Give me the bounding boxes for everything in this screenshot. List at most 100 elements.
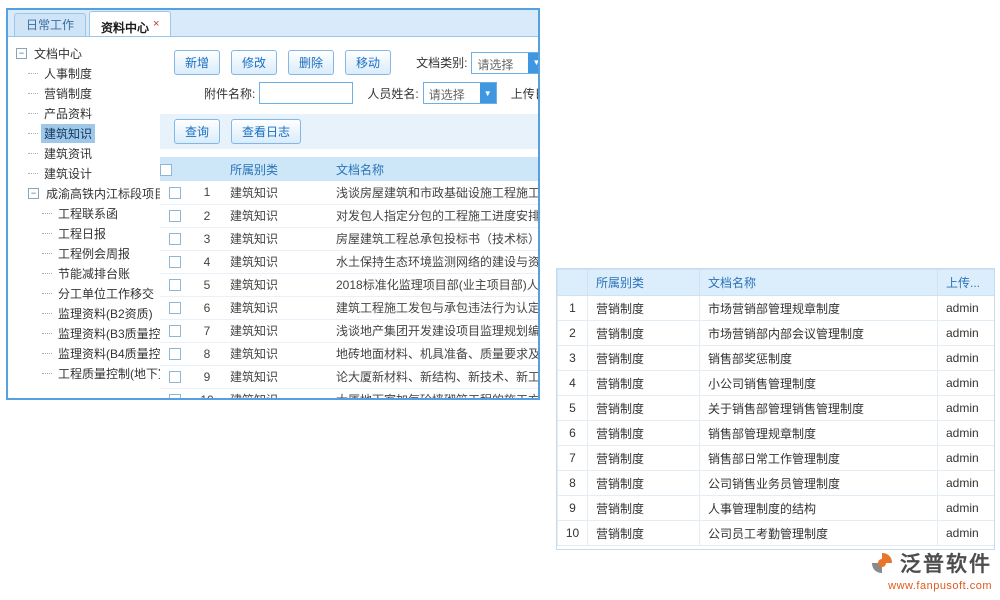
toolbar-actions-row: 新增 修改 删除 移动 文档类别: 请选择 ▼ 文档 <box>174 50 538 75</box>
row-checkbox[interactable] <box>169 256 181 268</box>
chevron-down-icon: ▼ <box>528 53 538 73</box>
attachment-name-input[interactable] <box>259 82 353 104</box>
delete-button[interactable]: 删除 <box>288 50 334 75</box>
sidebar-item-label: 产品资料 <box>41 104 95 123</box>
row-checkbox-cell <box>160 273 190 296</box>
sidebar-item[interactable]: 工程联系函 <box>12 203 160 223</box>
row-number: 6 <box>558 421 588 446</box>
table-row[interactable]: 4建筑知识水土保持生态环境监测网络的建设与资... <box>160 250 538 273</box>
row-docname: 公司销售业务员管理制度 <box>700 471 938 496</box>
sidebar-item[interactable]: 建筑知识 <box>12 123 160 143</box>
sidebar-item[interactable]: 分工单位工作移交 <box>12 283 160 303</box>
row-checkbox[interactable] <box>169 371 181 383</box>
row-uploader: admin <box>938 496 995 521</box>
table-row[interactable]: 9营销制度人事管理制度的结构admin <box>558 496 995 521</box>
sidebar-item[interactable]: 人事制度 <box>12 63 160 83</box>
edit-button[interactable]: 修改 <box>231 50 277 75</box>
row-docname: 市场营销部内部会议管理制度 <box>700 321 938 346</box>
row-checkbox[interactable] <box>169 348 181 360</box>
row-number: 10 <box>190 388 224 400</box>
sidebar-item[interactable]: 工程日报 <box>12 223 160 243</box>
table-header-row: 所属别类 文档名称 <box>160 157 538 181</box>
row-checkbox[interactable] <box>169 279 181 291</box>
row-category: 建筑知识 <box>224 273 330 296</box>
sidebar-item[interactable]: 工程例会周报 <box>12 243 160 263</box>
tree-collapse-icon[interactable]: − <box>16 48 27 59</box>
doc-category-select[interactable]: 请选择 ▼ <box>471 52 538 74</box>
table-row[interactable]: 2营销制度市场营销部内部会议管理制度admin <box>558 321 995 346</box>
row-category: 营销制度 <box>588 396 700 421</box>
table-row[interactable]: 4营销制度小公司销售管理制度admin <box>558 371 995 396</box>
sidebar-item[interactable]: 监理资料(B3质量控制) <box>12 323 160 343</box>
sidebar-item[interactable]: 工程质量控制(地下室) <box>12 363 160 383</box>
tree-branch-line <box>42 333 52 334</box>
row-checkbox[interactable] <box>169 325 181 337</box>
table-row[interactable]: 7营销制度销售部日常工作管理制度admin <box>558 446 995 471</box>
select-all-checkbox[interactable] <box>160 164 172 176</box>
row-docname: 关于销售部管理销售管理制度 <box>700 396 938 421</box>
sidebar-item-label: 人事制度 <box>41 64 95 83</box>
tree-branch-line <box>42 253 52 254</box>
tree-collapse-icon[interactable]: − <box>28 188 39 199</box>
upload-date-label: 上传日期 <box>511 85 538 102</box>
sidebar-item[interactable]: −成渝高铁内江标段项目 <box>12 183 160 203</box>
sidebar-item[interactable]: 建筑资讯 <box>12 143 160 163</box>
row-number: 9 <box>190 365 224 388</box>
tab-daily-work[interactable]: 日常工作 <box>14 13 86 36</box>
table-row[interactable]: 7建筑知识浅谈地产集团开发建设项目监理规划编... <box>160 319 538 342</box>
table-row[interactable]: 2建筑知识对发包人指定分包的工程施工进度安排... <box>160 204 538 227</box>
row-checkbox[interactable] <box>169 233 181 245</box>
tree-branch-line <box>42 293 52 294</box>
person-name-select[interactable]: 请选择 ▼ <box>423 82 497 104</box>
row-category: 营销制度 <box>588 346 700 371</box>
row-checkbox[interactable] <box>169 187 181 199</box>
row-uploader: admin <box>938 346 995 371</box>
table-row[interactable]: 6营销制度销售部管理规章制度admin <box>558 421 995 446</box>
sidebar-item[interactable]: 监理资料(B2资质) <box>12 303 160 323</box>
row-docname: 销售部奖惩制度 <box>700 346 938 371</box>
sidebar-item[interactable]: 产品资料 <box>12 103 160 123</box>
tree-branch-line <box>28 153 38 154</box>
table-row[interactable]: 9建筑知识论大厦新材料、新结构、新技术、新工... <box>160 365 538 388</box>
sidebar-item-label: 节能减排台账 <box>55 264 133 283</box>
row-uploader: admin <box>938 296 995 321</box>
sidebar-item[interactable]: 监理资料(B4质量控制) <box>12 343 160 363</box>
view-log-button[interactable]: 查看日志 <box>231 119 301 144</box>
sidebar-item-label: 工程例会周报 <box>55 244 133 263</box>
tab-data-center[interactable]: 资料中心 × <box>89 11 171 36</box>
sidebar-item-label: 工程质量控制(地下室) <box>55 364 160 383</box>
table-row[interactable]: 6建筑知识建筑工程施工发包与承包违法行为认定... <box>160 296 538 319</box>
sidebar-item[interactable]: 建筑设计 <box>12 163 160 183</box>
row-checkbox-cell <box>160 365 190 388</box>
content-area: 新增 修改 删除 移动 文档类别: 请选择 ▼ 文档 附件名称: 人员姓名: 请… <box>160 37 538 400</box>
row-category: 营销制度 <box>588 496 700 521</box>
table-row[interactable]: 10建筑知识大厦地下室加气砼墙砌筑工程的施工方... <box>160 388 538 400</box>
sidebar-item[interactable]: 营销制度 <box>12 83 160 103</box>
row-docname: 市场营销部管理规章制度 <box>700 296 938 321</box>
sidebar-item[interactable]: −文档中心 <box>12 43 160 63</box>
add-button[interactable]: 新增 <box>174 50 220 75</box>
table-row[interactable]: 5营销制度关于销售部管理销售管理制度admin <box>558 396 995 421</box>
tab-close-icon[interactable]: × <box>153 18 159 30</box>
table-row[interactable]: 5建筑知识2018标准化监理项目部(业主项目部)人员... <box>160 273 538 296</box>
sidebar-item-label: 监理资料(B3质量控制) <box>55 324 160 343</box>
table-row[interactable]: 3营销制度销售部奖惩制度admin <box>558 346 995 371</box>
row-checkbox[interactable] <box>169 394 181 400</box>
row-docname: 浅谈地产集团开发建设项目监理规划编... <box>330 319 538 342</box>
table-row[interactable]: 10营销制度公司员工考勤管理制度admin <box>558 521 995 546</box>
row-checkbox[interactable] <box>169 210 181 222</box>
tree-branch-line <box>42 313 52 314</box>
move-button[interactable]: 移动 <box>345 50 391 75</box>
sidebar-item[interactable]: 节能减排台账 <box>12 263 160 283</box>
table-row[interactable]: 3建筑知识房屋建筑工程总承包投标书（技术标）... <box>160 227 538 250</box>
row-docname: 销售部日常工作管理制度 <box>700 446 938 471</box>
query-button[interactable]: 查询 <box>174 119 220 144</box>
category-column-header: 所属别类 <box>588 270 700 296</box>
table-row[interactable]: 8建筑知识地砖地面材料、机具准备、质量要求及... <box>160 342 538 365</box>
row-category: 营销制度 <box>588 446 700 471</box>
row-checkbox[interactable] <box>169 302 181 314</box>
tab-label: 资料中心 <box>101 21 149 35</box>
table-row[interactable]: 8营销制度公司销售业务员管理制度admin <box>558 471 995 496</box>
table-row[interactable]: 1营销制度市场营销部管理规章制度admin <box>558 296 995 321</box>
table-row[interactable]: 1建筑知识浅谈房屋建筑和市政基础设施工程施工... <box>160 181 538 204</box>
